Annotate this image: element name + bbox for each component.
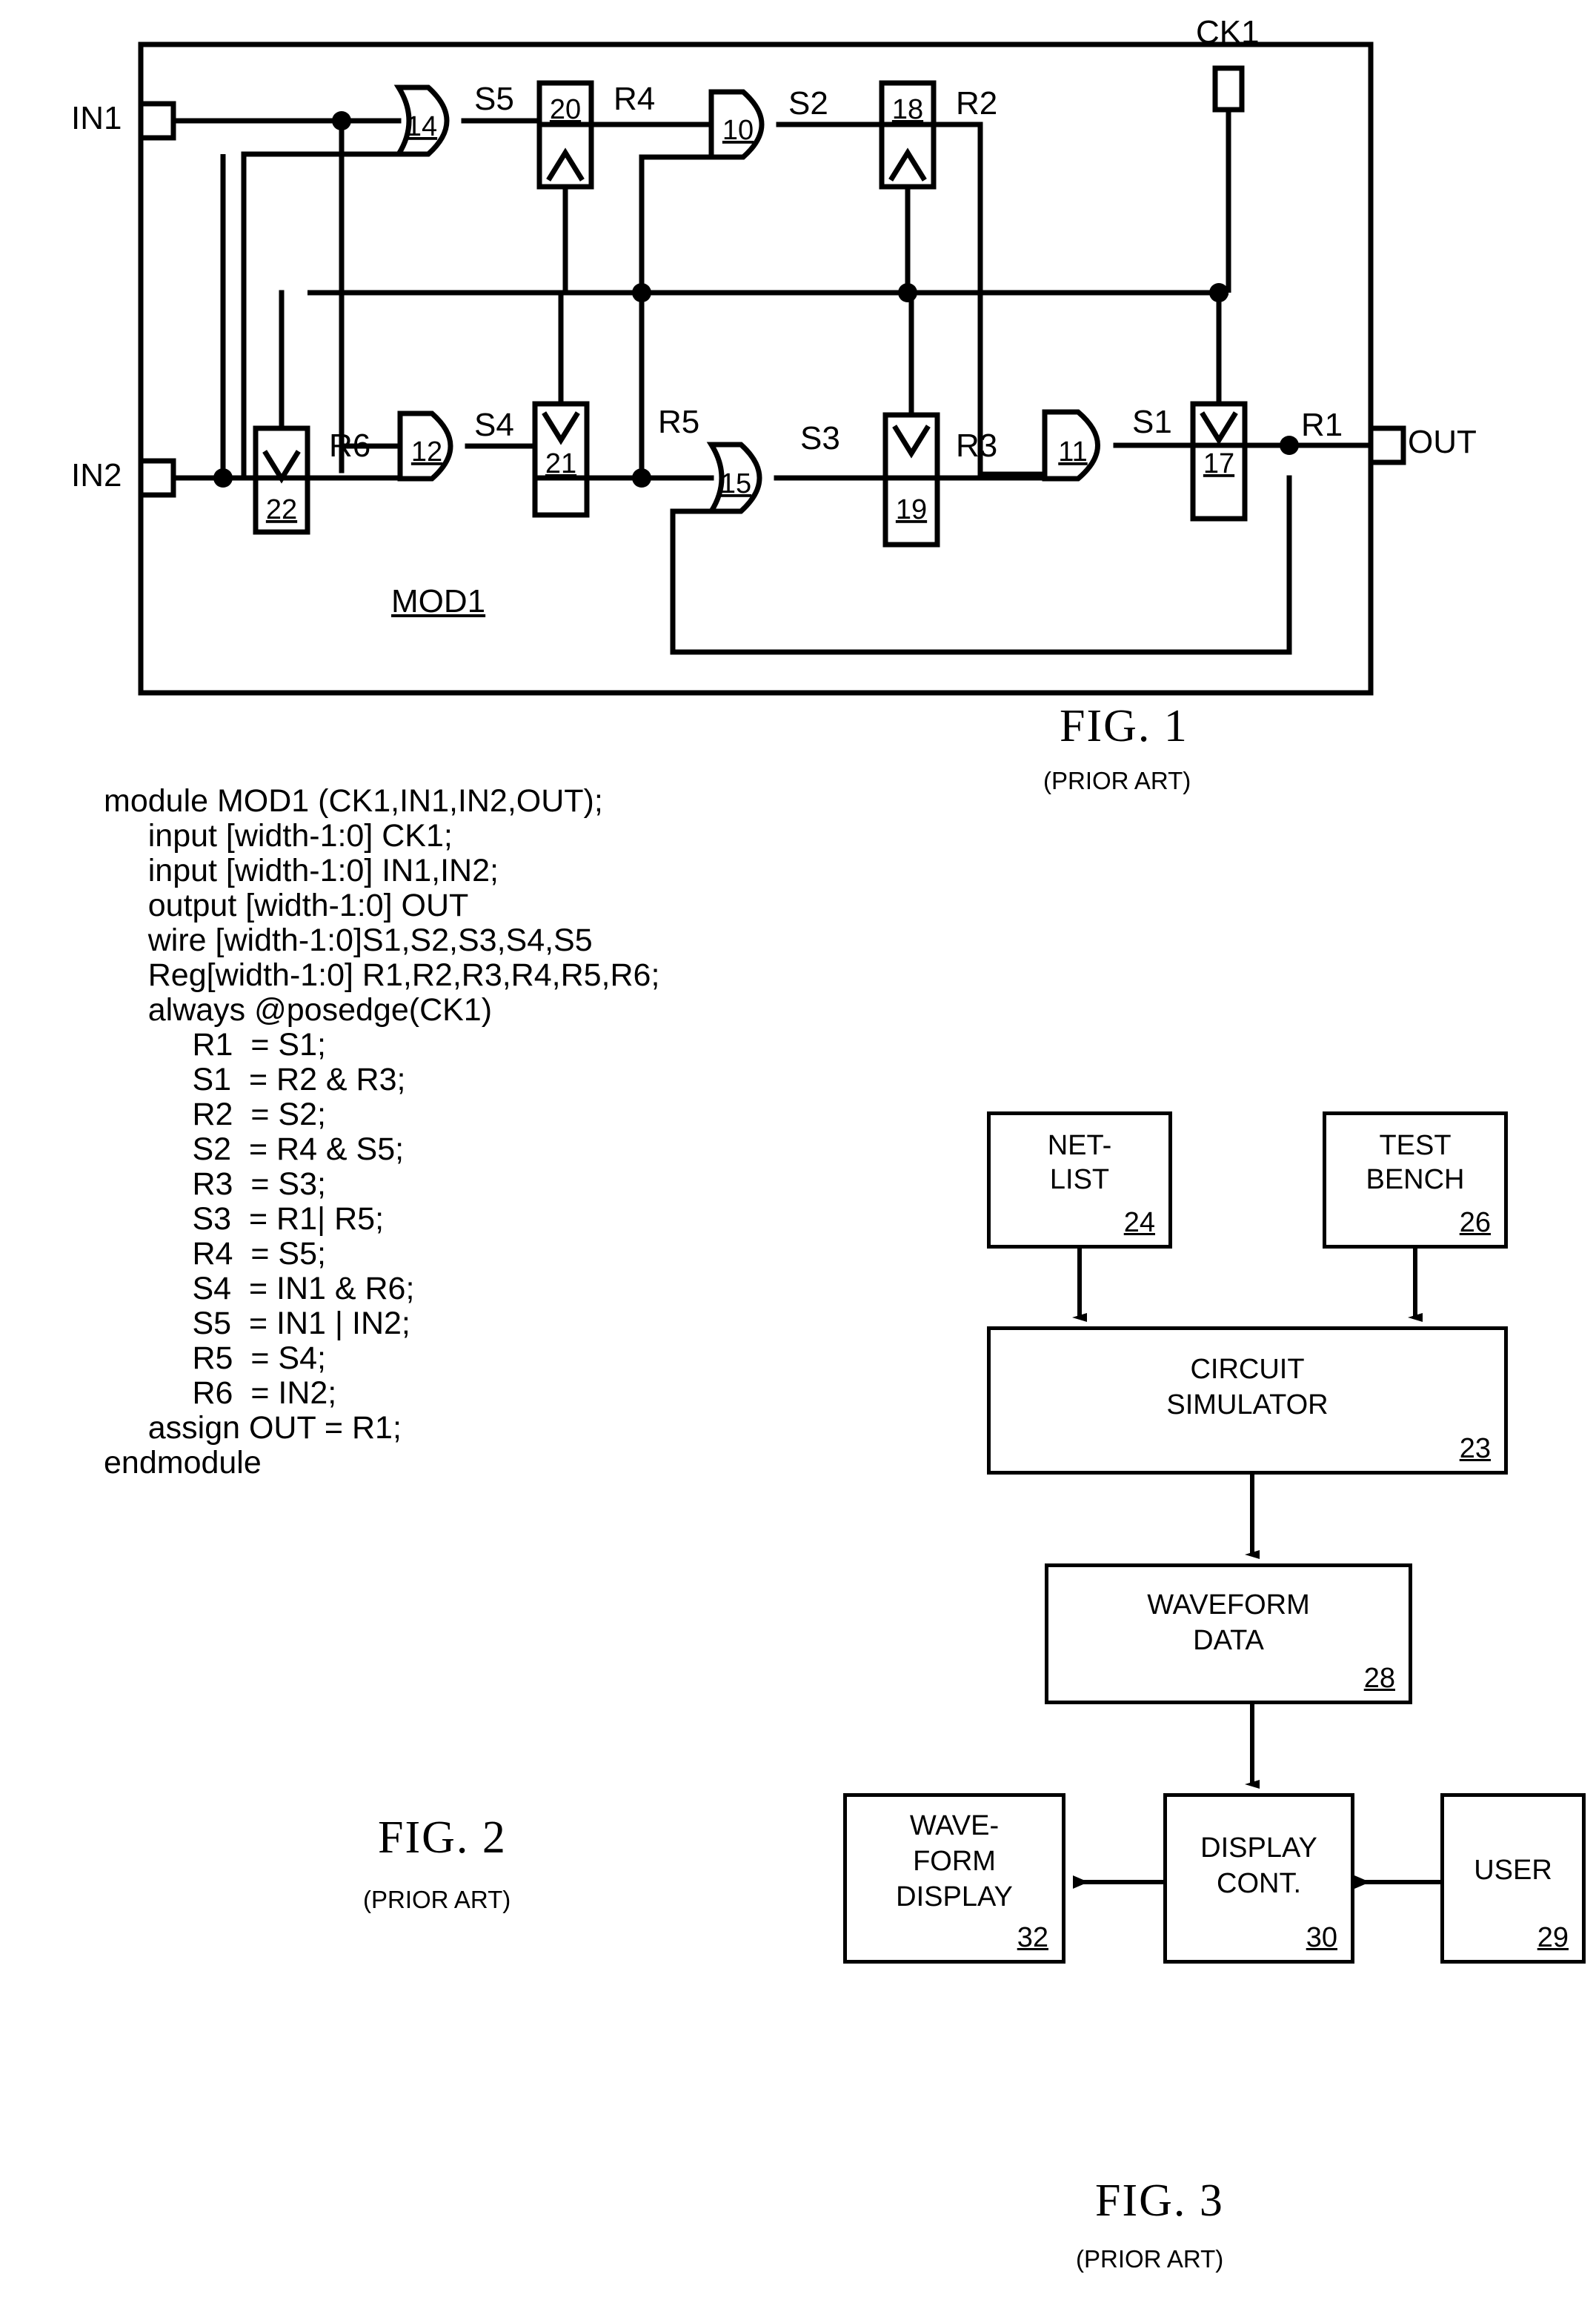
in1-port-pad [138, 101, 176, 141]
flow-box-test-bench-number: 26 [1459, 1207, 1491, 1238]
patent-drawing-sheet: 14 20 10 18 22 12 21 15 19 11 17 IN1 IN2… [0, 0, 1596, 2320]
code-line: input [width-1:0] IN1,IN2; [104, 853, 499, 888]
flow-box-netlist-line-1: NET- [1047, 1130, 1112, 1161]
module-label-mod1: MOD1 [391, 583, 486, 619]
gate-number-18: 18 [892, 94, 923, 125]
code-line: R1 = S1; [104, 1027, 326, 1063]
signal-label-s5: S5 [474, 81, 514, 117]
code-line: output [width-1:0] OUT [104, 888, 469, 923]
code-line: always @posedge(CK1) [104, 992, 493, 1028]
flow-box-user-line-1: USER [1474, 1855, 1552, 1886]
signal-label-s2: S2 [788, 85, 828, 122]
flow-box-user-number: 29 [1537, 1922, 1569, 1953]
junction-dot-r1 [1280, 436, 1299, 455]
flow-box-waveform-display-line-2: FORM [913, 1846, 996, 1877]
gate-number-12: 12 [411, 436, 442, 468]
junction-dot-in1 [332, 111, 351, 130]
figure-1-title: FIG. 1 [1060, 701, 1188, 751]
flow-box-display-cont-line-2: CONT. [1217, 1868, 1301, 1899]
gate-number-15: 15 [720, 468, 751, 499]
ck1-port-pad [1212, 65, 1245, 113]
figure-1-subtitle: (PRIOR ART) [1043, 767, 1191, 794]
signal-label-r6: R6 [329, 428, 371, 464]
port-label-out: OUT [1408, 424, 1477, 460]
flow-box-display-cont-line-1: DISPLAY [1200, 1832, 1317, 1864]
flow-box-circuit-simulator-line-2: SIMULATOR [1166, 1389, 1329, 1420]
flow-box-netlist: NET- LIST 24 [987, 1111, 1172, 1249]
flow-box-netlist-number: 24 [1123, 1207, 1155, 1238]
gate-number-21: 21 [545, 448, 576, 479]
code-line: wire [width-1:0]S1,S2,S3,S4,S5 [104, 923, 593, 958]
signal-label-s4: S4 [474, 407, 514, 443]
signal-label-s1: S1 [1132, 404, 1172, 440]
junction-dot-clockbus-b [898, 283, 917, 302]
gate-number-14: 14 [406, 111, 437, 142]
junction-dot-clockbus-a [632, 283, 651, 302]
flow-box-waveform-data: WAVEFORM DATA 28 [1045, 1563, 1412, 1704]
flow-box-waveform-display-line-1: WAVE- [909, 1810, 1000, 1841]
signal-label-r4: R4 [614, 81, 656, 117]
flow-box-test-bench: TEST BENCH 26 [1323, 1111, 1508, 1249]
junction-dot-r5 [632, 468, 651, 488]
flow-box-netlist-line-2: LIST [1049, 1164, 1110, 1195]
flow-box-waveform-data-line-1: WAVEFORM [1147, 1589, 1310, 1621]
figure-1-circuit-schematic: 14 20 10 18 22 12 21 15 19 11 17 IN1 IN2… [0, 0, 1596, 748]
flow-box-display-cont-number: 30 [1306, 1922, 1337, 1953]
in2-port-pad [138, 458, 176, 498]
figure-2-subtitle: (PRIOR ART) [363, 1886, 511, 1913]
out-port-pad [1368, 425, 1406, 465]
port-label-ck1: CK1 [1196, 14, 1260, 50]
port-label-in2: IN2 [71, 457, 122, 493]
signal-label-r1: R1 [1301, 407, 1343, 443]
flow-box-circuit-simulator-line-1: CIRCUIT [1190, 1354, 1305, 1385]
gate-number-20: 20 [550, 94, 581, 125]
figure-2-title: FIG. 2 [378, 1812, 507, 1863]
flow-box-waveform-display: WAVE- FORM DISPLAY 32 [843, 1793, 1065, 1964]
signal-label-s3: S3 [800, 420, 840, 456]
gate-number-11: 11 [1058, 436, 1087, 468]
flow-box-waveform-display-line-3: DISPLAY [896, 1881, 1013, 1912]
junction-dot-clockbus-c [1209, 283, 1228, 302]
code-line: S1 = R2 & R3; [104, 1062, 406, 1097]
code-line: Reg[width-1:0] R1,R2,R3,R4,R5,R6; [104, 957, 660, 993]
figure-3-flow-diagram: NET- LIST 24 TEST BENCH 26 CIRCUIT SIMUL… [652, 1111, 1596, 2223]
gate-number-10: 10 [722, 115, 754, 146]
code-line: module MOD1 (CK1,IN1,IN2,OUT); [104, 783, 603, 819]
code-line: input [width-1:0] CK1; [104, 818, 453, 854]
signal-label-r5: R5 [658, 404, 700, 440]
flow-box-test-bench-line-2: BENCH [1366, 1164, 1465, 1195]
signal-label-r2: R2 [956, 85, 998, 122]
gate-number-19: 19 [896, 494, 927, 525]
gate-number-22: 22 [266, 494, 297, 525]
flow-box-user: USER 29 [1440, 1793, 1586, 1964]
signal-label-r3: R3 [956, 428, 998, 464]
figure-3-title: FIG. 3 [1095, 2176, 1224, 2226]
gate-number-17: 17 [1203, 448, 1234, 479]
port-label-in1: IN1 [71, 100, 122, 136]
flow-box-waveform-data-line-2: DATA [1193, 1625, 1264, 1656]
flow-box-waveform-data-number: 28 [1363, 1663, 1395, 1694]
flow-box-display-cont: DISPLAY CONT. 30 [1163, 1793, 1354, 1964]
flow-box-circuit-simulator: CIRCUIT SIMULATOR 23 [987, 1326, 1508, 1475]
flow-box-waveform-display-number: 32 [1017, 1922, 1048, 1953]
figure-3-subtitle: (PRIOR ART) [1076, 2245, 1224, 2273]
flow-box-test-bench-line-1: TEST [1379, 1130, 1452, 1161]
flow-box-circuit-simulator-number: 23 [1459, 1433, 1491, 1464]
